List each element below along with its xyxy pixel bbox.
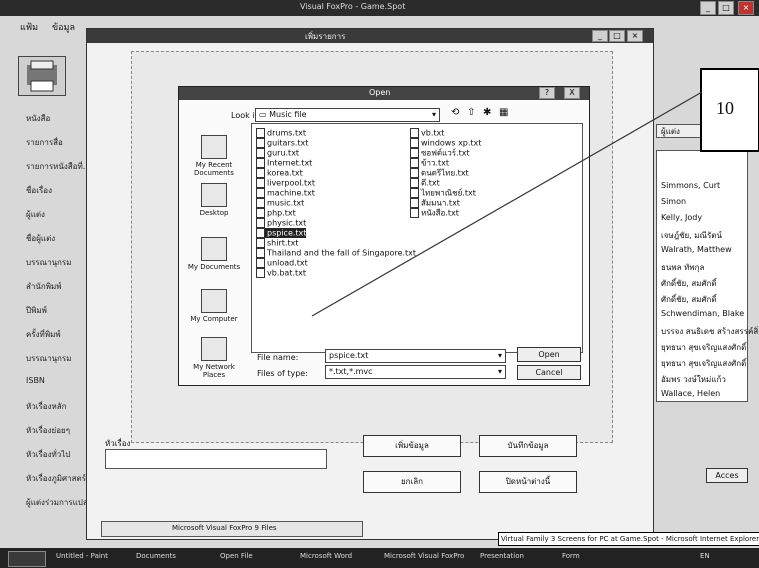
taskbar-task[interactable]: Documents xyxy=(136,552,196,564)
taskbar-task[interactable]: Microsoft Visual FoxPro xyxy=(384,552,474,564)
taskbar-tooltip: Virtual Family 3 Screens for PC at Game.… xyxy=(498,532,759,546)
taskbar: Untitled - Paint Documents Open File Mic… xyxy=(0,548,759,568)
taskbar-task[interactable]: Form xyxy=(562,552,632,564)
language-indicator[interactable]: EN xyxy=(700,552,720,564)
taskbar-task[interactable]: Untitled - Paint xyxy=(56,552,126,564)
start-icon[interactable] xyxy=(8,551,46,567)
taskbar-task[interactable]: Presentation xyxy=(480,552,550,564)
callout-pointer-line xyxy=(311,91,703,317)
taskbar-task[interactable]: Open File xyxy=(220,552,290,564)
taskbar-task[interactable]: Microsoft Word xyxy=(300,552,370,564)
